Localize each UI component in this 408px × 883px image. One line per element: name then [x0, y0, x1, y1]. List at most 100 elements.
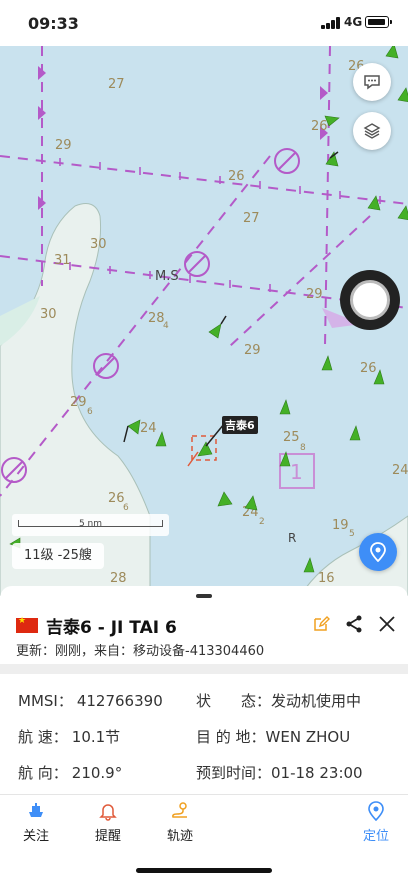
vessel-marker	[279, 399, 291, 415]
tab-label: 定位	[362, 829, 389, 844]
vessel-marker	[217, 491, 233, 507]
tab-track[interactable]: 轨迹	[150, 799, 210, 844]
vessel-marker	[385, 46, 399, 59]
selected-ship-tag[interactable]: 吉泰6	[222, 416, 258, 434]
layers-button[interactable]	[353, 112, 391, 150]
ship-detail-panel: 吉泰6 - JI TAI 6 更新：刚刚，来自：移动设备-413304460 M…	[0, 586, 408, 883]
place-label-ms: M.S	[155, 269, 179, 284]
scale-label: 5 nm	[78, 519, 103, 529]
ship-name: 吉泰6 - JI TAI 6	[46, 617, 177, 638]
eta-label: 预到时间：	[196, 764, 272, 782]
vessel-marker	[127, 419, 141, 435]
tab-locate[interactable]: 定位	[346, 799, 406, 844]
drag-handle[interactable]	[196, 594, 212, 598]
status-row: 状 态：发动机使用中	[196, 690, 361, 711]
ship-title-row: 吉泰6 - JI TAI 6	[16, 612, 396, 638]
chat-icon	[364, 75, 380, 90]
chat-button[interactable]	[353, 63, 391, 101]
depth-label: 29	[244, 343, 261, 358]
depth-label: 16	[318, 571, 335, 586]
speed-label: 航 速：	[18, 728, 68, 746]
china-flag-icon	[16, 616, 38, 633]
destination-row: 目 的 地：WEN ZHOU	[196, 726, 350, 747]
eta-row: 预到时间：01-18 23:00	[196, 762, 363, 783]
network-type: 4G	[344, 15, 363, 29]
mmsi-row: MMSI： 412766390	[18, 690, 163, 711]
depth-label: 30	[40, 307, 57, 322]
follow-icon	[29, 803, 43, 817]
tab-label: 提醒	[94, 829, 121, 844]
course-row: 航 向： 210.9°	[18, 762, 122, 783]
mmsi-value: 412766390	[76, 692, 163, 710]
vessel-marker	[208, 323, 222, 339]
home-indicator	[136, 868, 272, 873]
course-value: 210.9°	[71, 764, 123, 782]
tab-follow[interactable]: 关注	[6, 799, 66, 844]
depth-label: 27	[243, 211, 260, 226]
depth-label: 6	[87, 407, 93, 417]
vessel-marker	[349, 425, 361, 441]
battery-icon	[365, 16, 392, 28]
mmsi-label: MMSI：	[18, 692, 73, 710]
depth-label: 24	[140, 421, 157, 436]
vessel-marker	[303, 557, 315, 573]
depth-label: 26	[311, 119, 328, 134]
depth-label: 27	[108, 77, 125, 92]
vessel-marker	[397, 87, 408, 102]
depth-label: 4	[163, 321, 169, 331]
scale-bar: 5 nm	[12, 514, 169, 536]
status-bar: 09:33 4G	[0, 0, 408, 46]
share-icon[interactable]	[344, 614, 364, 634]
selected-vessel	[187, 423, 225, 467]
tab-remind[interactable]: 提醒	[78, 799, 138, 844]
section-divider	[0, 664, 408, 674]
depth-label: 19	[332, 518, 349, 533]
layers-icon	[363, 123, 381, 139]
locate-icon	[368, 801, 384, 821]
depth-label: 26	[228, 169, 245, 184]
status-value: 发动机使用中	[271, 692, 362, 710]
record-button[interactable]	[340, 270, 400, 330]
zoom-info: 11级 -25艘	[12, 543, 104, 569]
depth-label: 26	[360, 361, 377, 376]
anchorage-label: 1	[290, 460, 303, 484]
depth-label: 30	[90, 237, 107, 252]
depth-label: 25	[283, 430, 300, 445]
tab-label: 关注	[22, 829, 49, 844]
depth-label: 8	[300, 443, 306, 453]
depth-label: 6	[123, 503, 129, 513]
depth-label: 5	[349, 529, 355, 539]
depth-label: 24	[392, 463, 408, 478]
locate-icon	[370, 542, 386, 562]
bottom-tab-bar: 关注 提醒 轨迹 定位	[0, 794, 408, 852]
vessel-marker	[321, 355, 333, 371]
vessel-marker	[244, 495, 258, 511]
locate-button[interactable]	[359, 533, 397, 571]
vessel-marker	[367, 195, 381, 211]
track-icon	[172, 802, 187, 818]
eta-value: 01-18 23:00	[271, 764, 363, 782]
destination-value: WEN ZHOU	[265, 728, 351, 746]
route-tick-marks	[59, 158, 381, 292]
speed-value: 10.1节	[71, 728, 121, 746]
destination-label: 目 的 地：	[196, 728, 266, 746]
place-label-r: R	[288, 531, 296, 545]
speed-row: 航 速： 10.1节	[18, 726, 120, 747]
depth-label: 28	[110, 571, 127, 586]
nautical-map[interactable]: 1 27 26 29 26 26 30 31 27 30 29 28 4 29 …	[0, 46, 408, 596]
vessel-marker	[155, 431, 167, 447]
bell-icon	[99, 804, 117, 821]
depth-label: 29	[306, 287, 323, 302]
close-icon[interactable]	[378, 615, 396, 633]
edit-icon[interactable]	[312, 615, 330, 633]
vessel-marker	[397, 205, 408, 220]
tab-label: 轨迹	[166, 829, 193, 844]
status-label: 状 态：	[196, 692, 272, 710]
depth-label: 29	[55, 138, 72, 153]
update-info: 更新：刚刚，来自：移动设备-413304460	[16, 644, 265, 659]
record-icon	[350, 280, 390, 320]
depth-label: 2	[259, 517, 265, 527]
course-label: 航 向：	[18, 764, 68, 782]
depth-label: 29	[70, 395, 87, 410]
route-triangles	[38, 66, 328, 210]
